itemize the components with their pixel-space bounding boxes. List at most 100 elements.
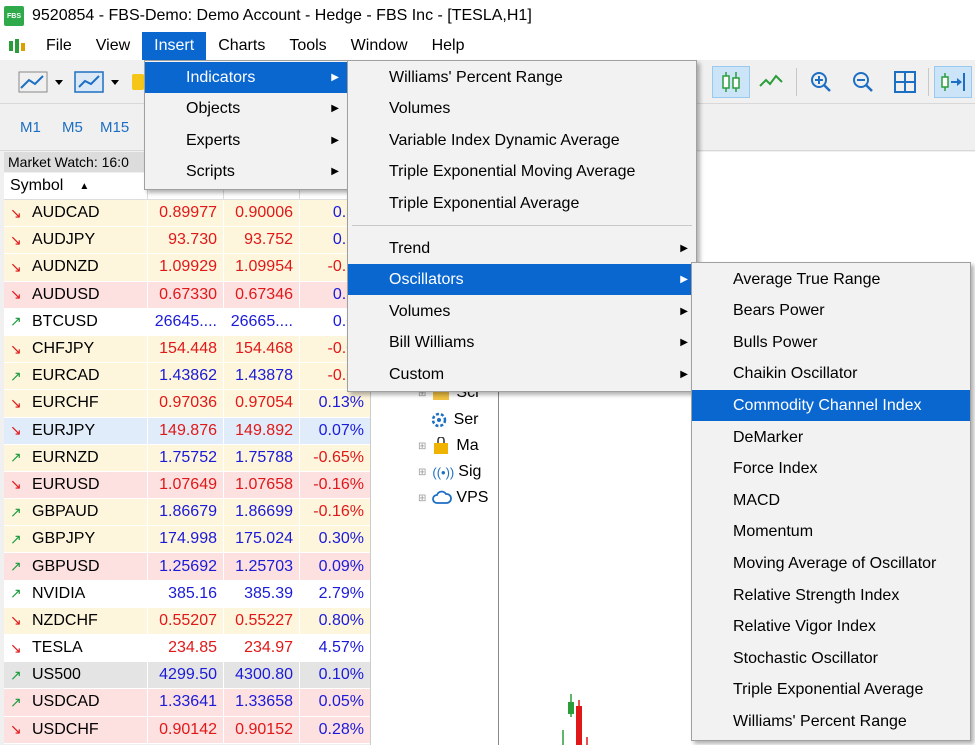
oscillator-item[interactable]: Commodity Channel Index xyxy=(692,390,970,422)
zoom-out-icon[interactable] xyxy=(846,66,880,98)
market-watch-row[interactable]: ↘ NZDCHF 0.55207 0.55227 0.80% xyxy=(4,607,370,635)
oscillator-item[interactable]: Williams' Percent Range xyxy=(692,706,970,737)
bid-cell: 1.43862 xyxy=(148,363,224,390)
market-watch-row[interactable]: ↗BTCUSD26645....26665....0.08 xyxy=(4,308,370,336)
market-watch-row[interactable]: ↘ EURCHF 0.97036 0.97054 0.13% xyxy=(4,390,370,418)
oscillator-item[interactable]: Chaikin Oscillator xyxy=(692,359,970,390)
menu-item-oscillators[interactable]: Oscillators ▶ xyxy=(348,264,696,295)
period-m5[interactable]: M5 xyxy=(62,119,83,136)
menu-charts[interactable]: Charts xyxy=(206,32,277,60)
oscillator-item[interactable]: Stochastic Oscillator xyxy=(692,643,970,674)
market-watch-row[interactable]: ↗ EURNZD 1.75752 1.75788 -0.65% xyxy=(4,444,370,472)
symbol-name: NZDCHF xyxy=(32,611,98,629)
menu-bar: File View Insert Charts Tools Window Hel… xyxy=(0,32,975,60)
market-watch-row[interactable]: ↗ US500 4299.50 4300.80 0.10% xyxy=(4,662,370,690)
oscillator-item[interactable]: DeMarker xyxy=(692,422,970,453)
chart-shift-button[interactable] xyxy=(934,66,972,98)
line-chart-button[interactable] xyxy=(754,66,788,98)
menu-item-experts[interactable]: Experts ▶ xyxy=(145,125,347,156)
symbol-cell: ↘ AUDCAD xyxy=(4,200,148,227)
symbol-name: BTCUSD xyxy=(32,312,98,330)
symbol-cell: ↘ AUDNZD xyxy=(4,254,148,281)
menu-item-volumes[interactable]: Volumes ▶ xyxy=(348,296,696,327)
menu-window[interactable]: Window xyxy=(339,32,420,60)
submenu-arrow-icon: ▶ xyxy=(331,103,339,114)
oscillator-item[interactable]: Moving Average of Oscillator xyxy=(692,548,970,579)
tile-windows-icon[interactable] xyxy=(888,66,922,98)
recent-indicator-item[interactable]: Triple Exponential Average xyxy=(348,188,696,219)
oscillator-item[interactable]: Relative Strength Index xyxy=(692,580,970,611)
menu-help[interactable]: Help xyxy=(420,32,477,60)
daily-change-cell: 4.57% xyxy=(318,639,364,657)
market-watch-row[interactable]: ↘ EURJPY 149.876 149.892 0.07% xyxy=(4,417,370,445)
navigator-item[interactable]: Ser xyxy=(418,411,478,429)
market-watch-row[interactable]: ↘ EURUSD 1.07649 1.07658 -0.16% xyxy=(4,471,370,500)
oscillator-item[interactable]: Momentum xyxy=(692,517,970,548)
column-symbol[interactable]: Symbol ▲ xyxy=(4,173,148,199)
submenu-arrow-icon: ▶ xyxy=(680,274,688,285)
oscillator-item[interactable]: Relative Vigor Index xyxy=(692,612,970,643)
market-watch-row[interactable]: ↘AUDUSD0.673300.673460.28 xyxy=(4,281,370,309)
arrow-down-icon: ↘ xyxy=(10,286,22,303)
market-watch-row[interactable]: ↘AUDJPY93.73093.7520.51 xyxy=(4,227,370,255)
menu-item-objects[interactable]: Objects ▶ xyxy=(145,93,347,124)
menu-insert[interactable]: Insert xyxy=(142,32,207,60)
ask-cell: 0.55227 xyxy=(224,607,300,634)
mt-logo-icon[interactable] xyxy=(6,36,28,56)
market-watch-row[interactable]: ↗ USDCAD 1.33641 1.33658 0.05% xyxy=(4,689,370,717)
indicators-submenu: Williams' Percent Range Volumes Variable… xyxy=(347,60,697,392)
indicator-chart-dropdown-button[interactable] xyxy=(72,66,124,98)
menu-item-custom[interactable]: Custom ▶ xyxy=(348,359,696,390)
arrow-down-icon: ↘ xyxy=(10,612,22,629)
daily-change-cell: 2.79% xyxy=(318,584,364,602)
market-watch-row[interactable]: ↗ GBPJPY 174.998 175.024 0.30% xyxy=(4,526,370,554)
oscillator-item[interactable]: Bulls Power xyxy=(692,327,970,358)
market-watch-row[interactable]: ↗ NVIDIA 385.16 385.39 2.79% xyxy=(4,580,370,608)
menu-item-indicators[interactable]: Indicators ▶ xyxy=(145,62,347,93)
recent-indicator-item[interactable]: Williams' Percent Range xyxy=(348,62,696,93)
oscillator-item[interactable]: Average True Range xyxy=(692,264,970,295)
candlestick-chart-button[interactable] xyxy=(712,66,750,98)
symbol-name: USDCHF xyxy=(32,720,99,738)
market-bag-icon xyxy=(434,437,449,454)
market-watch-row[interactable]: ↘ TESLA 234.85 234.97 4.57% xyxy=(4,635,370,663)
symbol-cell: ↗ USDCAD xyxy=(4,689,148,716)
market-watch-row[interactable]: ↘AUDCAD0.899770.900060.33 xyxy=(4,200,370,228)
market-watch-row[interactable]: ↘ CHFJPY 154.448 154.468 -0.01 xyxy=(4,335,370,364)
daily-change-cell: 0.30% xyxy=(318,530,364,548)
oscillator-item[interactable]: MACD xyxy=(692,485,970,516)
menu-item-bill-williams[interactable]: Bill Williams ▶ xyxy=(348,327,696,358)
navigator-item[interactable]: ⊞ Ma xyxy=(418,437,479,455)
navigator-item[interactable]: ⊞ VPS xyxy=(418,489,488,507)
market-watch-row[interactable]: ↘ USDCHF 0.90142 0.90152 0.28% xyxy=(4,716,370,744)
menu-tools[interactable]: Tools xyxy=(277,32,338,60)
toolbar-partial-icon[interactable] xyxy=(130,66,144,98)
period-m1[interactable]: M1 xyxy=(20,119,41,136)
menu-item-scripts[interactable]: Scripts ▶ xyxy=(145,156,347,187)
arrow-up-icon: ↗ xyxy=(10,367,22,384)
menu-view[interactable]: View xyxy=(84,32,142,60)
recent-indicator-item[interactable]: Volumes xyxy=(348,93,696,124)
menu-item-trend[interactable]: Trend ▶ xyxy=(348,233,696,264)
oscillator-item[interactable]: Bears Power xyxy=(692,296,970,327)
ask-cell: 26665.... xyxy=(224,308,300,335)
line-chart-dropdown-button[interactable] xyxy=(14,66,70,98)
ask-cell: 1.33658 xyxy=(224,689,300,716)
navigator-item[interactable]: ⊞ ((•)) Sig xyxy=(418,463,481,481)
market-watch-row[interactable]: ↗ GBPAUD 1.86679 1.86699 -0.16% xyxy=(4,499,370,527)
submenu-arrow-icon: ▶ xyxy=(680,306,688,317)
title-bar: FBS 9520854 - FBS-Demo: Demo Account - H… xyxy=(0,0,975,32)
market-watch-row[interactable]: ↘ AUDNZD 1.09929 1.09954 -0.21 xyxy=(4,254,370,282)
period-m15[interactable]: M15 xyxy=(100,119,129,136)
symbol-name: CHFJPY xyxy=(32,340,95,358)
bid-cell: 1.09929 xyxy=(148,254,224,281)
recent-indicator-item[interactable]: Variable Index Dynamic Average xyxy=(348,125,696,156)
market-watch-row[interactable]: ↗ EURCAD 1.43862 1.43878 -0.09 xyxy=(4,363,370,391)
oscillator-item[interactable]: Force Index xyxy=(692,454,970,485)
market-watch-row[interactable]: ↗ GBPUSD 1.25692 1.25703 0.09% xyxy=(4,553,370,581)
recent-indicator-item[interactable]: Triple Exponential Moving Average xyxy=(348,156,696,187)
oscillator-item[interactable]: Triple Exponential Average xyxy=(692,675,970,706)
symbol-name: EURCHF xyxy=(32,394,99,412)
menu-file[interactable]: File xyxy=(34,32,84,60)
zoom-in-icon[interactable] xyxy=(804,66,838,98)
